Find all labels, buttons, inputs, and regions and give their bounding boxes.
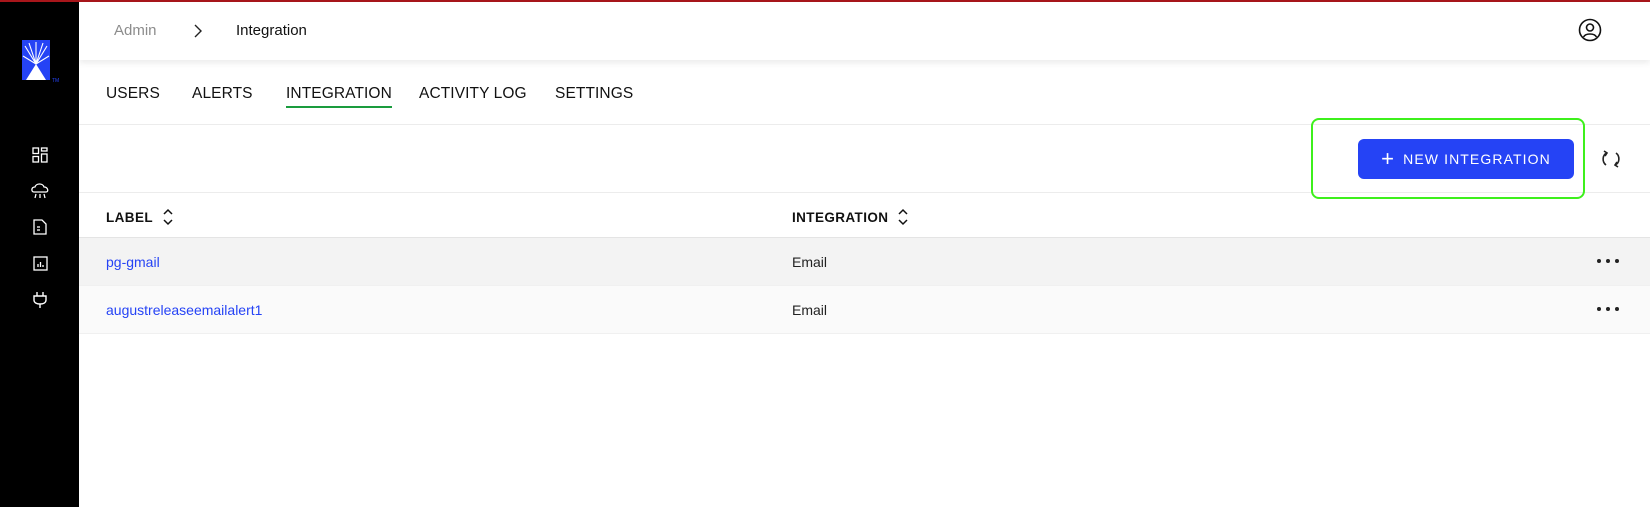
column-header-label: LABEL <box>106 208 174 226</box>
integrations-table: LABEL INTEGRATION pg-gmail Email augustr… <box>79 193 1650 334</box>
breadcrumb-current: Integration <box>236 22 307 39</box>
new-integration-label: NEW INTEGRATION <box>1403 151 1551 167</box>
breadcrumb-admin[interactable]: Admin <box>114 22 157 39</box>
dashboard-icon[interactable] <box>28 143 52 167</box>
integration-label-link[interactable]: pg-gmail <box>106 254 160 270</box>
sort-icon[interactable] <box>162 208 174 226</box>
tab-users[interactable]: USERS <box>106 85 160 106</box>
refresh-icon[interactable] <box>1600 148 1622 170</box>
report-icon[interactable] <box>28 251 52 275</box>
tab-integration[interactable]: INTEGRATION <box>286 85 392 108</box>
main-content: Admin Integration USERS ALERTS INTEGRATI… <box>79 2 1650 507</box>
document-icon[interactable] <box>28 215 52 239</box>
integration-type: Email <box>792 254 828 270</box>
sort-icon[interactable] <box>897 208 909 226</box>
tab-settings[interactable]: SETTINGS <box>555 85 633 106</box>
integration-type: Email <box>792 302 828 318</box>
toolbar: + NEW INTEGRATION <box>79 118 1650 199</box>
tab-activity-log[interactable]: ACTIVITY LOG <box>419 85 527 106</box>
table-header: LABEL INTEGRATION <box>79 193 1650 238</box>
more-options-icon[interactable] <box>1597 300 1619 318</box>
user-account-icon[interactable] <box>1578 18 1602 42</box>
chevron-right-icon <box>191 22 205 40</box>
column-header-integration: INTEGRATION <box>792 208 909 226</box>
integration-label-link[interactable]: augustreleaseemailalert1 <box>106 302 262 318</box>
column-title-integration: INTEGRATION <box>792 209 889 225</box>
column-title-label: LABEL <box>106 209 153 225</box>
page-header: Admin Integration <box>79 2 1650 60</box>
tab-alerts[interactable]: ALERTS <box>192 85 253 106</box>
tab-bar: USERS ALERTS INTEGRATION ACTIVITY LOG SE… <box>79 60 1650 125</box>
table-row: augustreleaseemailalert1 Email <box>79 286 1650 334</box>
more-options-icon[interactable] <box>1597 252 1619 270</box>
cloud-icon[interactable] <box>28 179 52 203</box>
new-integration-button[interactable]: + NEW INTEGRATION <box>1358 139 1574 179</box>
plus-icon: + <box>1381 146 1396 171</box>
table-row: pg-gmail Email <box>79 238 1650 286</box>
plug-icon[interactable] <box>28 288 52 312</box>
logo-icon: TM <box>22 40 60 86</box>
svg-text:TM: TM <box>52 78 59 84</box>
sidebar: TM <box>0 2 79 507</box>
